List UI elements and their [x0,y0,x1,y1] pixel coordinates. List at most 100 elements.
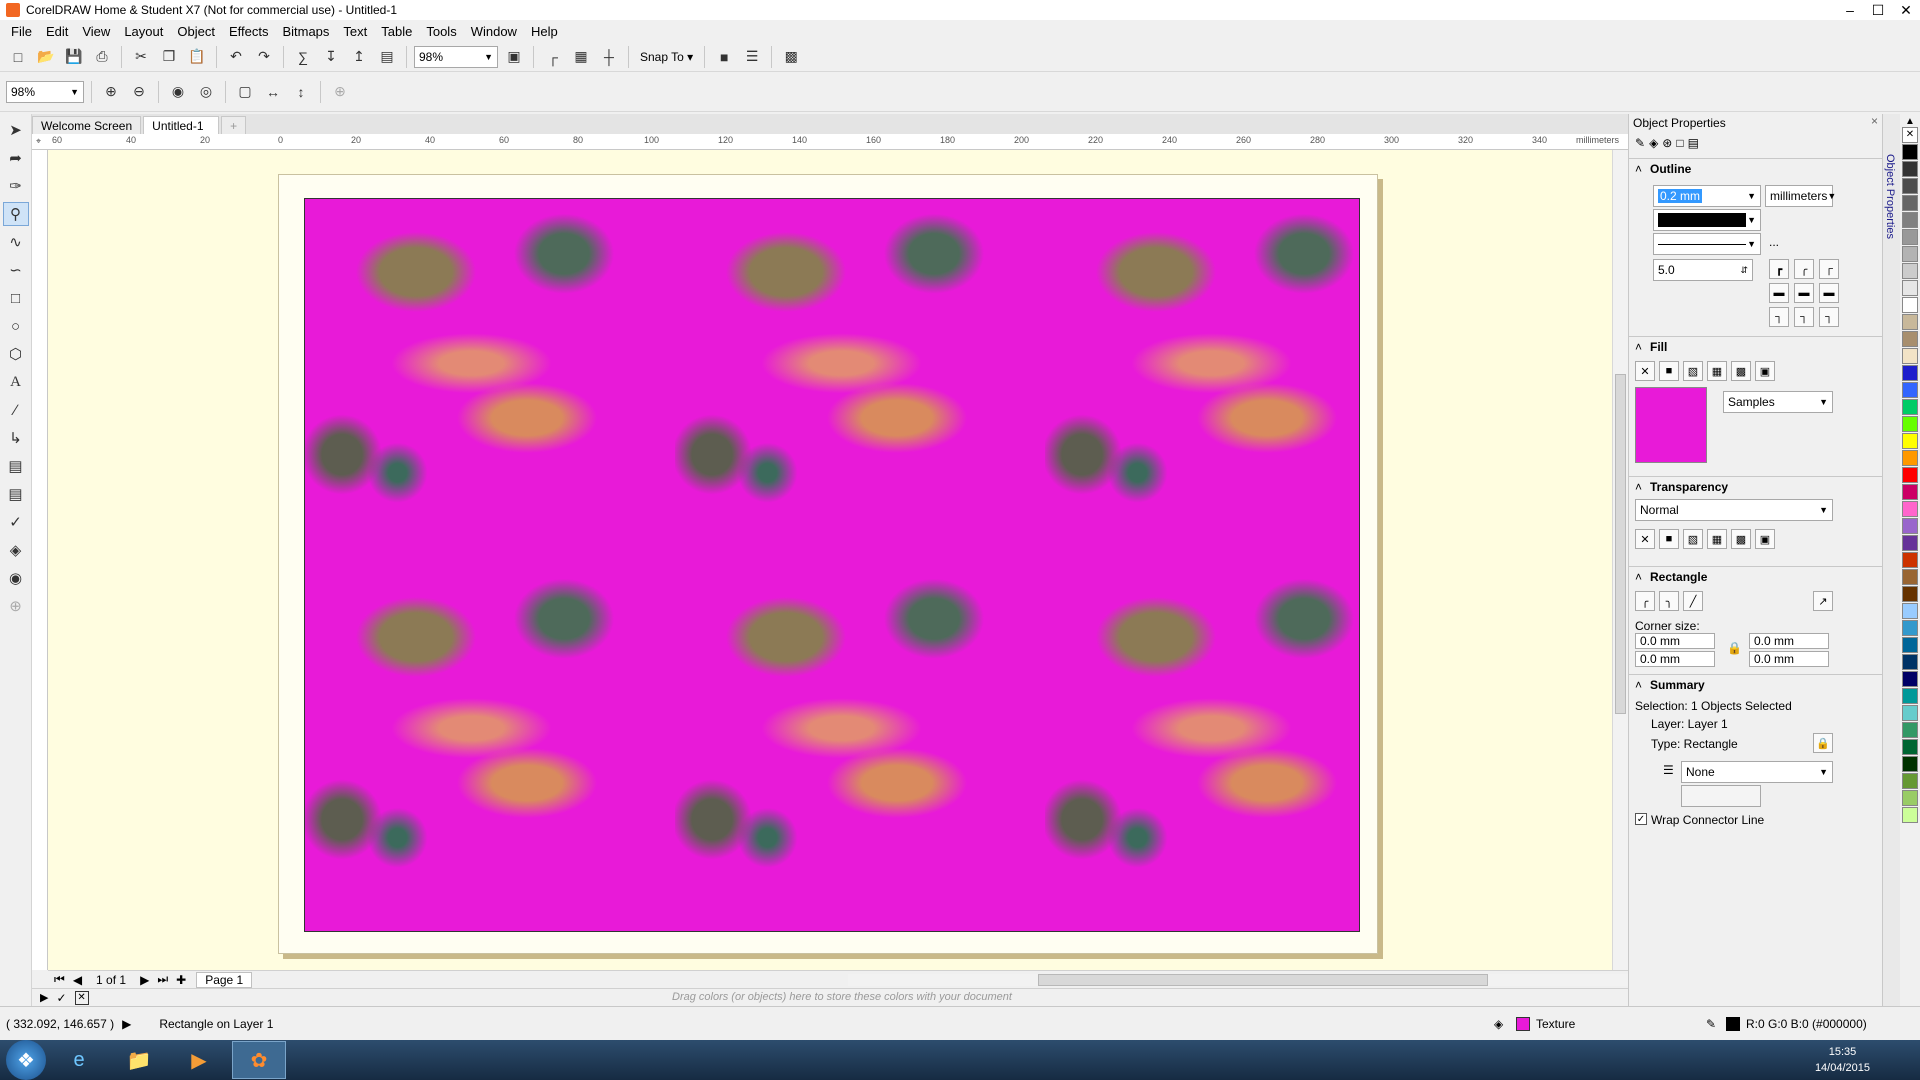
color-swatch[interactable] [1902,161,1918,177]
corner-bottom-left-field[interactable]: 0.0 mm [1635,651,1715,667]
print-icon[interactable]: ⎙ [90,45,114,69]
add-page-icon[interactable]: ✚ [176,973,186,987]
color-swatch[interactable] [1902,773,1918,789]
color-swatch[interactable] [1902,705,1918,721]
vertical-scroll-thumb[interactable] [1615,374,1626,714]
color-swatch[interactable] [1902,365,1918,381]
color-swatch[interactable] [1902,654,1918,670]
artistic-media-icon[interactable]: ∽ [3,258,29,282]
smart-fill-icon[interactable]: ◉ [3,566,29,590]
menu-effects[interactable]: Effects [222,24,276,39]
color-swatch[interactable] [1902,739,1918,755]
pick-tool-icon[interactable]: ➤ [3,118,29,142]
new-document-icon[interactable]: □ [6,45,30,69]
copy-icon[interactable]: ❐ [157,45,181,69]
corner-bottom-right-field[interactable]: 0.0 mm [1749,651,1829,667]
menu-view[interactable]: View [75,24,117,39]
rectangle-header[interactable]: ˄ Rectangle [1629,567,1883,587]
fill-swatch[interactable] [1516,1016,1530,1031]
page-tab[interactable]: Page 1 [196,971,253,988]
color-swatch[interactable] [1902,637,1918,653]
ellipse-tool-icon[interactable]: ○ [3,314,29,338]
lock-object-icon[interactable]: 🔒 [1813,733,1833,753]
texture-library-combo[interactable]: Samples ▼ [1723,391,1833,413]
color-swatch[interactable] [1902,586,1918,602]
color-swatch[interactable] [1902,314,1918,330]
paste-icon[interactable]: 📋 [185,45,209,69]
outline-units-combo[interactable]: millimeters ▼ [1765,185,1836,207]
last-page-icon[interactable]: ⏭ [157,972,168,987]
outline-pen-icon[interactable]: ✎ [1635,136,1645,150]
round-corner-icon[interactable]: ╭ [1635,591,1655,611]
position-outside-icon[interactable]: ┐ [1769,307,1789,327]
horizontal-scrollbar[interactable] [848,974,1628,986]
tab-untitled-1[interactable]: Untitled-1 [143,116,220,134]
import-icon[interactable]: ↧ [319,45,343,69]
position-center-icon[interactable]: ┐ [1794,307,1814,327]
property-zoom-combo[interactable]: 98% ▼ [6,80,84,103]
object-properties-docker-tab[interactable]: Object Properties [1884,154,1896,239]
close-button[interactable]: ✕ [1892,0,1920,20]
color-swatch[interactable] [1902,246,1918,262]
application-launcher-icon[interactable]: ▩ [779,45,803,69]
zoom-to-height-icon[interactable]: ↕ [289,80,313,104]
texture-fill-icon[interactable]: ▩ [1731,361,1751,381]
play-icon[interactable]: ▶ [122,1017,131,1031]
wrap-connector-checkbox[interactable]: ✓ [1635,813,1647,825]
pattern-transparency-icon[interactable]: ▦ [1707,529,1727,549]
menu-table[interactable]: Table [374,24,419,39]
tab-welcome-screen[interactable]: Welcome Screen [32,116,142,134]
color-swatch[interactable] [1902,518,1918,534]
color-swatch[interactable] [1902,722,1918,738]
relative-corner-scaling-icon[interactable]: ↗ [1813,591,1833,611]
color-swatch[interactable] [1902,552,1918,568]
menu-edit[interactable]: Edit [39,24,75,39]
eyedropper-icon[interactable]: ✓ [3,510,29,534]
fill-bucket-icon[interactable]: ◈ [1649,136,1658,150]
uniform-transparency-icon[interactable]: ■ [1659,529,1679,549]
publish-pdf-icon[interactable]: ▤ [375,45,399,69]
menu-tools[interactable]: Tools [419,24,463,39]
line-cap-square-icon[interactable]: ▬ [1819,283,1839,303]
add-toolbox-icon[interactable]: ⊕ [3,594,29,618]
color-swatch[interactable] [1902,297,1918,313]
parallel-dimension-icon[interactable]: ∕ [3,398,29,422]
full-screen-icon[interactable]: ▣ [502,45,526,69]
color-swatch[interactable] [1902,569,1918,585]
start-button[interactable]: ❖ [6,1040,46,1080]
miter-limit-field[interactable]: 5.0 ⇵ [1653,259,1753,281]
color-swatch[interactable] [1902,229,1918,245]
show-grid-icon[interactable]: ▦ [569,45,593,69]
freehand-tool-icon[interactable]: ∿ [3,230,29,254]
polygon-tool-icon[interactable]: ⬡ [3,342,29,366]
menu-bitmaps[interactable]: Bitmaps [275,24,336,39]
menu-help[interactable]: Help [524,24,565,39]
texture-filled-rectangle[interactable] [304,198,1360,932]
system-clock[interactable]: 15:35 14/04/2015 [1815,1044,1870,1076]
corner-top-right-field[interactable]: 0.0 mm [1749,633,1829,649]
zoom-to-page-icon[interactable]: ▢ [233,80,257,104]
color-swatch[interactable] [1902,535,1918,551]
prev-page-icon[interactable]: ◀ [73,973,82,987]
outline-style-combo[interactable]: ▼ [1653,233,1761,255]
outline-width-combo[interactable]: 0.2 mm ▼ [1653,185,1761,207]
corner-top-left-field[interactable]: 0.0 mm [1635,633,1715,649]
no-transparency-icon[interactable]: ✕ [1635,529,1655,549]
color-swatch[interactable] [1902,416,1918,432]
ruler-origin-icon[interactable]: ⌖ [36,136,41,147]
transparency-header[interactable]: ˄ Transparency [1629,477,1883,497]
add-tool-icon[interactable]: ⊕ [328,80,352,104]
line-cap-butt-icon[interactable]: ▬ [1769,283,1789,303]
cut-icon[interactable]: ✂ [129,45,153,69]
horizontal-ruler[interactable]: ⌖ 60 40 20 0 20 40 60 80 100 120 140 160… [32,134,1628,150]
horizontal-scroll-thumb[interactable] [1038,974,1488,986]
zoom-to-width-icon[interactable]: ↔ [261,80,285,104]
first-page-icon[interactable]: ⏮ [54,972,65,987]
color-swatch[interactable] [1902,331,1918,347]
transparency-glass-icon[interactable]: ⊛ [1662,136,1672,150]
save-icon[interactable]: 💾 [62,45,86,69]
chamfered-corner-icon[interactable]: ╱ [1683,591,1703,611]
file-explorer-icon[interactable]: 📁 [112,1041,166,1079]
redo-icon[interactable]: ↷ [252,45,276,69]
add-tab-button[interactable]: + [221,116,247,134]
